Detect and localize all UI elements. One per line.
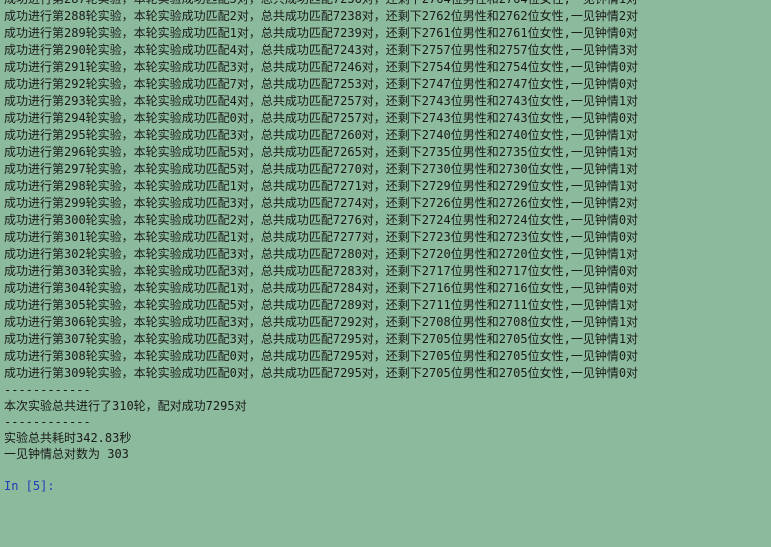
summary-rounds-line: 本次实验总共进行了310轮，配对成功7295对	[4, 399, 247, 413]
log-line: 成功进行第306轮实验，本轮实验成功匹配3对，总共成功匹配7292对，还剩下27…	[4, 315, 639, 329]
log-line: 成功进行第302轮实验，本轮实验成功匹配3对，总共成功匹配7280对，还剩下27…	[4, 247, 639, 261]
log-line: 成功进行第300轮实验，本轮实验成功匹配2对，总共成功匹配7276对，还剩下27…	[4, 213, 639, 227]
log-line: 成功进行第299轮实验，本轮实验成功匹配3对，总共成功匹配7274对，还剩下27…	[4, 196, 639, 210]
log-line: 成功进行第291轮实验，本轮实验成功匹配3对，总共成功匹配7246对，还剩下27…	[4, 60, 639, 74]
log-line: 成功进行第294轮实验，本轮实验成功匹配0对，总共成功匹配7257对，还剩下27…	[4, 111, 639, 125]
log-line: 成功进行第295轮实验，本轮实验成功匹配3对，总共成功匹配7260对，还剩下27…	[4, 128, 639, 142]
log-line: 成功进行第290轮实验，本轮实验成功匹配4对，总共成功匹配7243对，还剩下27…	[4, 43, 639, 57]
log-line: 成功进行第296轮实验，本轮实验成功匹配5对，总共成功匹配7265对，还剩下27…	[4, 145, 639, 159]
log-line: 成功进行第301轮实验，本轮实验成功匹配1对，总共成功匹配7277对，还剩下27…	[4, 230, 639, 244]
console-output: 成功进行第287轮实验，本轮实验成功匹配5对，总共成功匹配7236对，还剩下27…	[4, 0, 771, 494]
log-line: 成功进行第293轮实验，本轮实验成功匹配4对，总共成功匹配7257对，还剩下27…	[4, 94, 639, 108]
log-line: 成功进行第304轮实验，本轮实验成功匹配1对，总共成功匹配7284对，还剩下27…	[4, 281, 639, 295]
summary-love-line: 一见钟情总对数为 303	[4, 447, 129, 461]
summary-time-line: 实验总共耗时342.83秒	[4, 431, 132, 445]
log-line: 成功进行第303轮实验，本轮实验成功匹配3对，总共成功匹配7283对，还剩下27…	[4, 264, 639, 278]
separator-line: ------------	[4, 383, 91, 397]
log-line: 成功进行第298轮实验，本轮实验成功匹配1对，总共成功匹配7271对，还剩下27…	[4, 179, 639, 193]
log-line: 成功进行第309轮实验，本轮实验成功匹配0对，总共成功匹配7295对，还剩下27…	[4, 366, 639, 380]
log-lines: 成功进行第287轮实验，本轮实验成功匹配5对，总共成功匹配7236对，还剩下27…	[4, 0, 771, 382]
log-line: 成功进行第308轮实验，本轮实验成功匹配0对，总共成功匹配7295对，还剩下27…	[4, 349, 639, 363]
console-output-area[interactable]: 成功进行第287轮实验，本轮实验成功匹配5对，总共成功匹配7236对，还剩下27…	[0, 0, 771, 547]
log-line: 成功进行第288轮实验，本轮实验成功匹配2对，总共成功匹配7238对，还剩下27…	[4, 9, 639, 23]
log-line: 成功进行第307轮实验，本轮实验成功匹配3对，总共成功匹配7295对，还剩下27…	[4, 332, 639, 346]
log-line: 成功进行第297轮实验，本轮实验成功匹配5对，总共成功匹配7270对，还剩下27…	[4, 162, 639, 176]
log-line: 成功进行第292轮实验，本轮实验成功匹配7对，总共成功匹配7253对，还剩下27…	[4, 77, 639, 91]
separator-line: ------------	[4, 415, 91, 429]
log-line: 成功进行第305轮实验，本轮实验成功匹配5对，总共成功匹配7289对，还剩下27…	[4, 298, 639, 312]
input-prompt-line[interactable]: In [5]:	[4, 478, 771, 494]
log-line: 成功进行第287轮实验，本轮实验成功匹配5对，总共成功匹配7236对，还剩下27…	[4, 0, 771, 8]
input-prompt: In [5]:	[4, 479, 55, 493]
log-line: 成功进行第289轮实验，本轮实验成功匹配1对，总共成功匹配7239对，还剩下27…	[4, 26, 639, 40]
